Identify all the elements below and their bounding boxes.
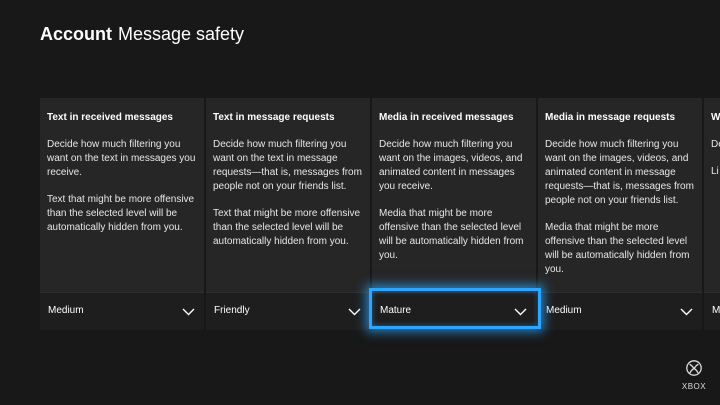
card-desc-effect: Text that might be more offensive than t… xyxy=(47,194,195,233)
card-desc-effect: Text that might be more offensive than t… xyxy=(213,208,361,247)
card-title: Media in received messages xyxy=(379,112,514,123)
card-title: Text in received messages xyxy=(47,112,173,123)
card-desc-purpose: Decide how much filtering you want on th… xyxy=(213,139,362,192)
filter-level-dropdown[interactable]: Mature xyxy=(372,292,536,330)
card-desc-effect: Media that might be more offensive than … xyxy=(379,208,524,261)
card-desc-purpose: De xyxy=(711,139,720,150)
dropdown-value: Medium xyxy=(48,305,84,316)
card-description: Decide how much filtering you want on th… xyxy=(545,138,697,290)
filter-level-dropdown[interactable]: Medium xyxy=(40,292,204,330)
dropdown-value: Medium xyxy=(546,305,582,316)
xbox-logo-icon xyxy=(686,360,702,376)
card-text-received: Text in received messages Decide how muc… xyxy=(40,98,204,330)
page-header: Account Message safety xyxy=(40,24,244,45)
dropdown-value: M xyxy=(712,305,720,316)
xbox-brand: XBOX xyxy=(680,360,708,391)
chevron-down-icon xyxy=(680,308,693,316)
card-partial: W De Li th M xyxy=(704,98,720,330)
chevron-down-icon xyxy=(514,308,527,316)
breadcrumb-section: Account xyxy=(40,24,112,44)
chevron-down-icon xyxy=(348,308,361,316)
card-desc-effect: Li th xyxy=(711,166,720,177)
card-description: Decide how much filtering you want on th… xyxy=(47,138,199,248)
filter-level-dropdown[interactable]: Friendly xyxy=(206,292,370,330)
xbox-label: XBOX xyxy=(681,382,707,391)
filter-level-dropdown[interactable]: Medium xyxy=(538,292,702,330)
card-media-received: Media in received messages Decide how mu… xyxy=(372,98,536,330)
card-title: W xyxy=(711,112,720,123)
card-desc-purpose: Decide how much filtering you want on th… xyxy=(545,139,694,206)
card-description: Decide how much filtering you want on th… xyxy=(379,138,531,276)
card-description: De Li th xyxy=(711,138,720,192)
card-title: Text in message requests xyxy=(213,112,335,123)
card-description: Decide how much filtering you want on th… xyxy=(213,138,365,262)
dropdown-value: Friendly xyxy=(214,305,250,316)
dropdown-value: Mature xyxy=(380,305,412,316)
page-title: Message safety xyxy=(118,24,245,44)
chevron-down-icon xyxy=(182,308,195,316)
card-text-requests: Text in message requests Decide how much… xyxy=(206,98,370,330)
card-media-requests: Media in message requests Decide how muc… xyxy=(538,98,702,330)
filter-level-dropdown[interactable]: M xyxy=(704,292,720,330)
card-desc-purpose: Decide how much filtering you want on th… xyxy=(379,139,523,192)
card-desc-effect: Media that might be more offensive than … xyxy=(545,222,690,275)
card-desc-purpose: Decide how much filtering you want on th… xyxy=(47,139,196,178)
card-title: Media in message requests xyxy=(545,112,676,123)
settings-cards: Text in received messages Decide how muc… xyxy=(40,98,720,330)
